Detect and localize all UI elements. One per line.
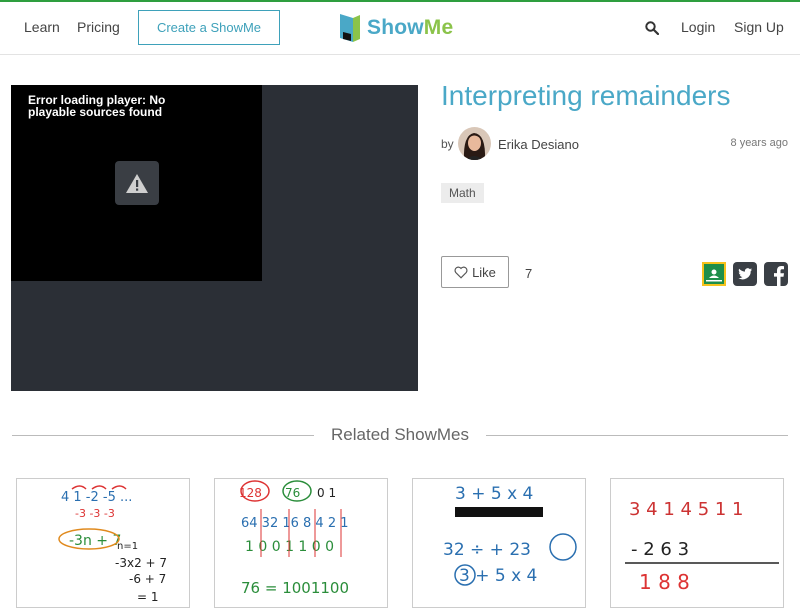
- thumb-4-handwriting: 3 4 1 4 5 1 1 - 2 6 3 1 8 8: [629, 499, 744, 594]
- facebook-icon[interactable]: [764, 262, 788, 286]
- twitter-icon[interactable]: [733, 262, 757, 286]
- by-label: by: [441, 137, 454, 151]
- related-thumb-2[interactable]: 128 76 0 1 64 32 16 8 4 2 11 0 0 1 1 0 0 76 …: [214, 478, 388, 608]
- warning-icon: [115, 161, 159, 205]
- related-thumb-4[interactable]: 3 4 1 4 5 1 1 - 2 6 3 1 8 8: [610, 478, 784, 608]
- thumb-handwriting-line: 3 + 5 x 4: [455, 484, 533, 504]
- thumb-handwriting-line: 1 8 8: [639, 570, 690, 594]
- thumb-handwriting-line: 64 32 16 8 4 2 1: [241, 516, 349, 531]
- thumb-handwriting-line: 128: [239, 486, 262, 500]
- thumb-handwriting-line: -3n + 7: [69, 533, 121, 549]
- related-thumb-3[interactable]: 3 + 5 x 4 32 ÷ + 23 3 + 5 x 4: [412, 478, 586, 608]
- like-button[interactable]: Like: [441, 256, 509, 288]
- player-error-message: Error loading player: No playable source…: [28, 93, 166, 119]
- thumb-handwriting-line: 76 = 1001100: [241, 579, 349, 597]
- related-thumb-1[interactable]: 4 1 -2 -5 ... -3 -3 -3 -3n + 7 n=1 -3x2 + 7 -…: [16, 478, 190, 608]
- thumb-handwriting-line: 4 1 -2 -5 ...: [61, 490, 132, 505]
- thumb-handwriting-line: -3 -3 -3: [75, 507, 115, 520]
- video-title: Interpreting remainders: [441, 80, 731, 111]
- top-navigation: Learn Pricing Create a ShowMe ShowMe Log…: [0, 2, 800, 55]
- showme-logo-icon: [340, 14, 360, 42]
- like-count: 7: [525, 266, 533, 281]
- player-error-panel: Error loading player: No playable source…: [11, 85, 262, 281]
- author-name-link[interactable]: Erika Desiano: [498, 137, 579, 152]
- google-classroom-icon[interactable]: [702, 262, 726, 286]
- showme-logo[interactable]: ShowMe: [339, 12, 453, 44]
- subject-tag[interactable]: Math: [441, 183, 484, 203]
- like-label: Like: [472, 264, 496, 280]
- search-icon[interactable]: [645, 21, 660, 40]
- signup-link[interactable]: Sign Up: [734, 19, 784, 35]
- thumb-handwriting-line: = 1: [137, 590, 159, 604]
- thumb-handwriting-line: 1 0 0 1 1 0 0: [245, 539, 334, 555]
- thumb-handwriting-line: n=1: [117, 541, 138, 552]
- author-avatar[interactable]: [458, 127, 491, 160]
- thumb-3-handwriting: 3 + 5 x 432 ÷ + 233 + 5 x 4: [443, 484, 537, 586]
- related-showmes-heading: Related ShowMes: [331, 425, 469, 444]
- thumb-handwriting-line: 0 1: [317, 486, 336, 500]
- thumb-handwriting-line: -6 + 7: [129, 572, 166, 586]
- create-showme-button[interactable]: Create a ShowMe: [138, 10, 280, 45]
- nav-pricing-link[interactable]: Pricing: [77, 19, 120, 35]
- thumb-handwriting-line: -3x2 + 7: [115, 556, 167, 570]
- video-player[interactable]: Error loading player: No playable source…: [11, 85, 418, 391]
- thumb-handwriting-line: 3 4 1 4 5 1 1: [629, 499, 744, 520]
- thumb-2-handwriting: 128 76 0 164 32 16 8 4 2 11 0 0 1 1 0 076 …: [239, 486, 349, 597]
- logo-text: ShowMe: [367, 16, 454, 39]
- thumb-handwriting-line: 32 ÷ + 23: [443, 540, 531, 560]
- heart-icon: [454, 266, 468, 279]
- thumb-1-handwriting: 4 1 -2 -5 ... -3 -3 -3 -3n + 7n=1 -3x2 + 7 -…: [61, 490, 167, 604]
- nav-learn-link[interactable]: Learn: [24, 19, 60, 35]
- thumb-handwriting-line: - 2 6 3: [631, 539, 689, 560]
- login-link[interactable]: Login: [681, 19, 715, 35]
- posted-time: 8 years ago: [730, 137, 788, 149]
